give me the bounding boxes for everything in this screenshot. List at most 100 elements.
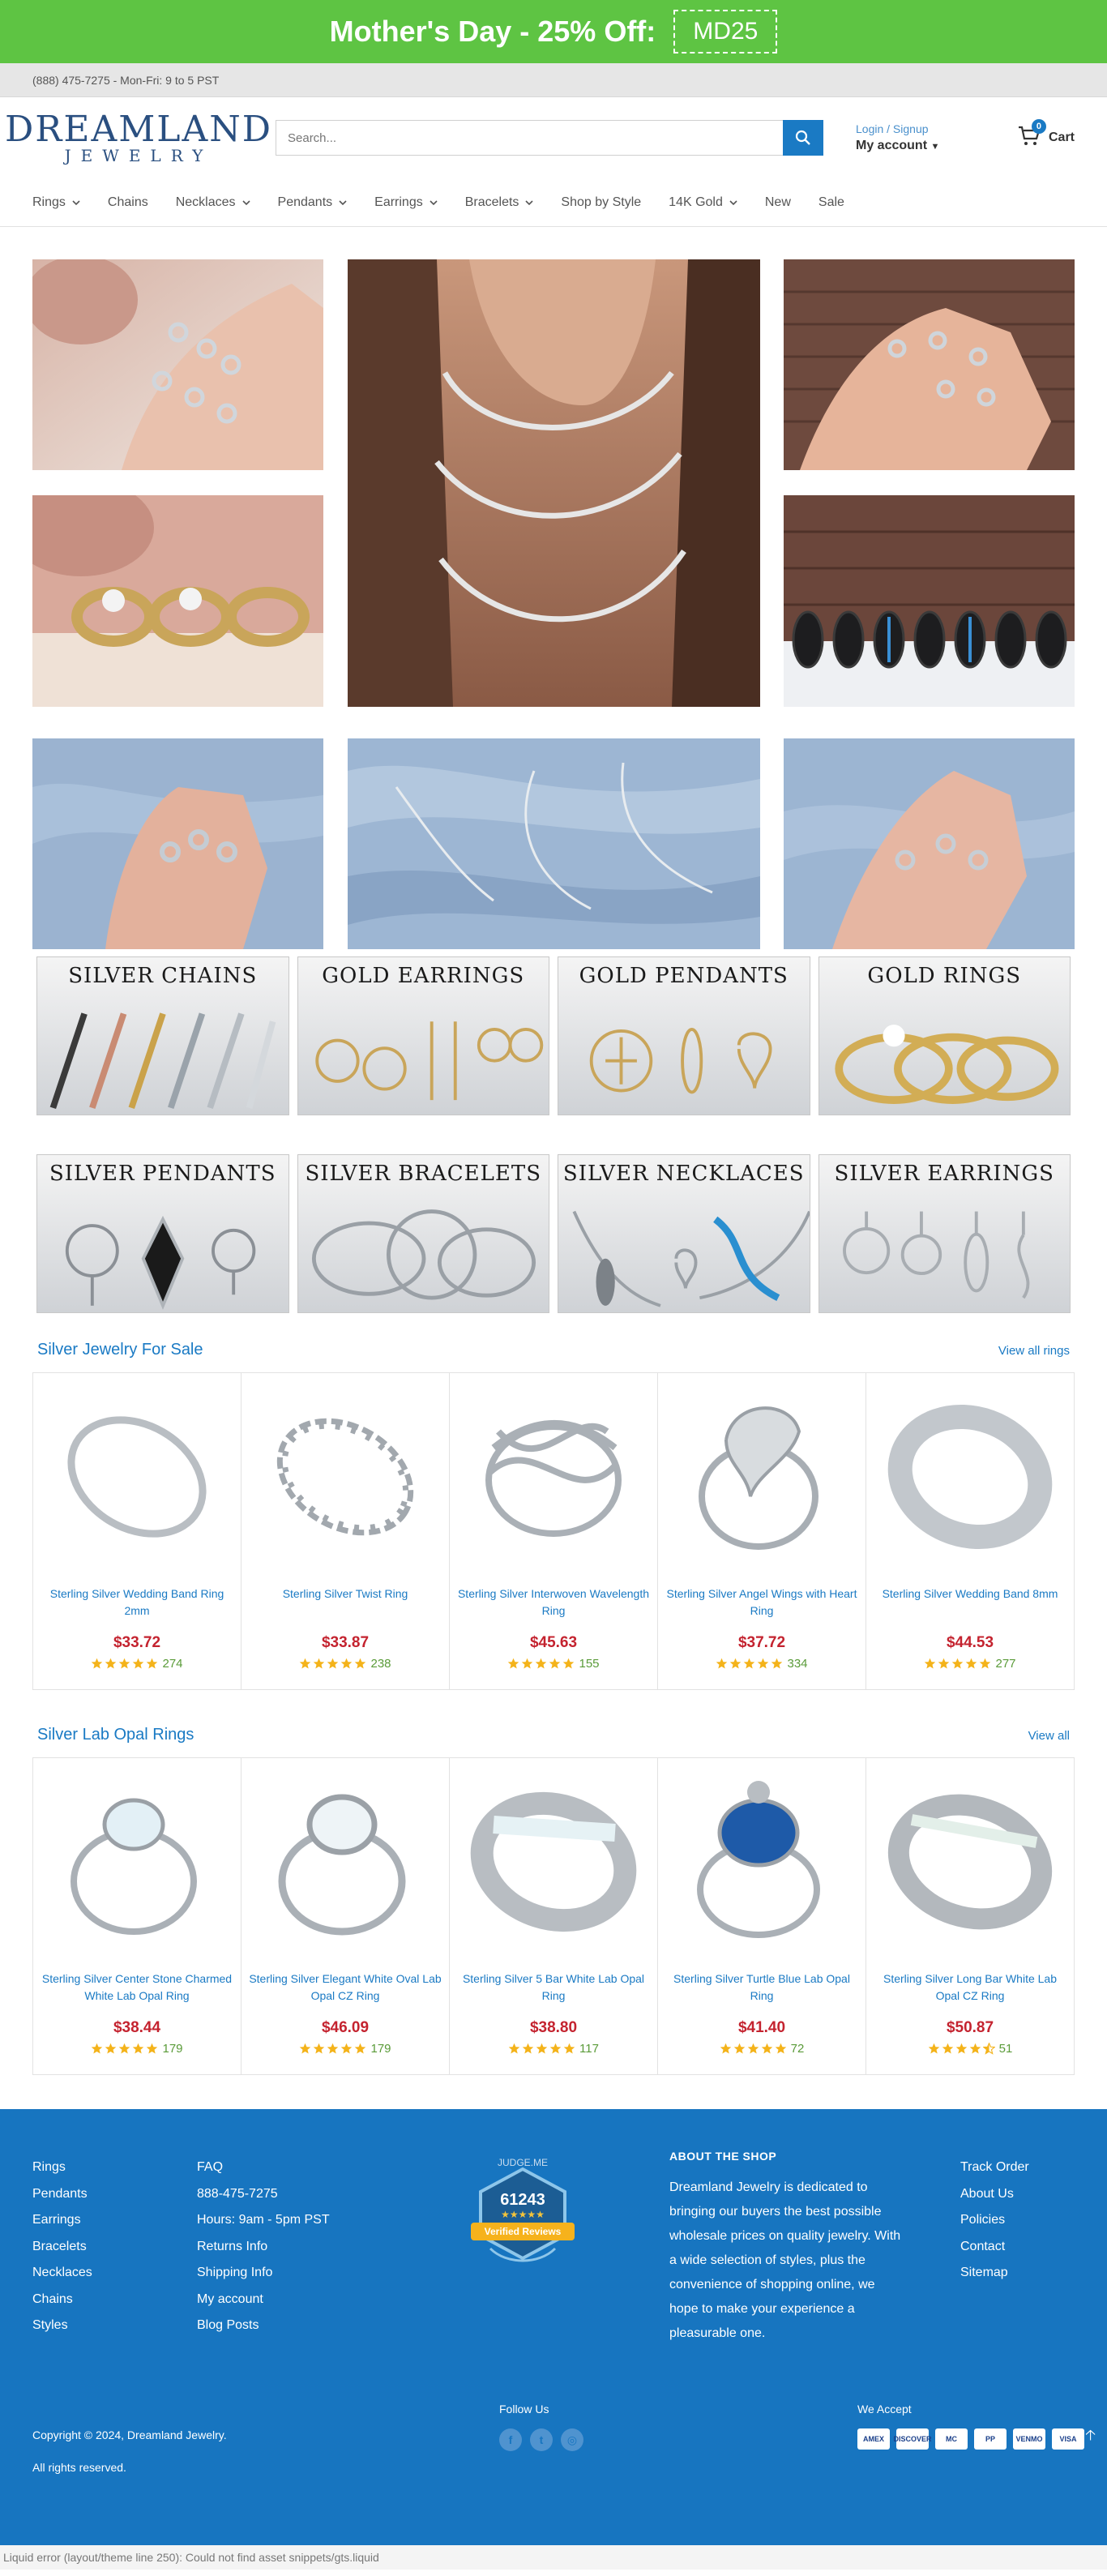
product-image[interactable] xyxy=(253,1383,438,1571)
product-image[interactable] xyxy=(461,1768,646,1956)
search-button[interactable] xyxy=(783,120,823,156)
product-card[interactable]: Sterling Silver Twist Ring $33.87 238 xyxy=(241,1373,450,1689)
hero-tile-rings-pink[interactable] xyxy=(32,259,323,470)
hero-tile-hand-blue-2[interactable] xyxy=(784,738,1075,949)
product-name[interactable]: Sterling Silver 5 Bar White Lab Opal Rin… xyxy=(456,1971,651,2006)
footer-link-chains[interactable]: Chains xyxy=(32,2287,92,2313)
category-word-2: EARRINGS xyxy=(397,964,525,988)
product-card[interactable]: Sterling Silver Elegant White Oval Lab O… xyxy=(241,1758,450,2074)
category-banner-silver-necklaces[interactable]: SILVER NECKLACES xyxy=(558,1154,810,1313)
product-image[interactable] xyxy=(669,1383,854,1571)
footer-link-bracelets[interactable]: Bracelets xyxy=(32,2234,92,2261)
promo-banner[interactable]: Mother's Day - 25% Off: MD25 xyxy=(0,0,1107,63)
view-all-link[interactable]: View all xyxy=(1028,1729,1070,1743)
product-card[interactable]: Sterling Silver Interwoven Wavelength Ri… xyxy=(450,1373,658,1689)
footer-link-earrings[interactable]: Earrings xyxy=(32,2207,92,2234)
nav-item-bracelets[interactable]: Bracelets xyxy=(465,195,534,210)
footer-link-necklaces[interactable]: Necklaces xyxy=(32,2260,92,2287)
nav-item-necklaces[interactable]: Necklaces xyxy=(176,195,250,210)
judgeme-reviews-badge[interactable]: JUDGE.ME 61243 ★★★★★ Verified Reviews xyxy=(466,2151,579,2273)
product-price: $44.53 xyxy=(946,1634,994,1651)
product-card[interactable]: Sterling Silver Long Bar White Lab Opal … xyxy=(866,1758,1074,2074)
section-header: Silver Jewelry For Sale View all rings xyxy=(32,1341,1075,1359)
footer-link-pendants[interactable]: Pendants xyxy=(32,2181,92,2208)
footer-link-rings[interactable]: Rings xyxy=(32,2155,92,2181)
product-card[interactable]: Sterling Silver Angel Wings with Heart R… xyxy=(658,1373,866,1689)
nav-item-shop-by-style[interactable]: Shop by Style xyxy=(561,195,641,210)
category-banner-gold-pendants[interactable]: GOLD PENDANTS xyxy=(558,956,810,1115)
about-the-shop: ABOUT THE SHOP Dreamland Jewelry is dedi… xyxy=(669,2150,904,2346)
product-card[interactable]: Sterling Silver 5 Bar White Lab Opal Rin… xyxy=(450,1758,658,2074)
product-name[interactable]: Sterling Silver Angel Wings with Heart R… xyxy=(665,1585,859,1621)
product-name[interactable]: Sterling Silver Twist Ring xyxy=(283,1585,408,1621)
category-banner-gold-rings[interactable]: GOLD RINGS xyxy=(818,956,1071,1115)
footer-link-styles[interactable]: Styles xyxy=(32,2313,92,2339)
twitter-icon[interactable]: t xyxy=(530,2428,553,2451)
product-card[interactable]: Sterling Silver Turtle Blue Lab Opal Rin… xyxy=(658,1758,866,2074)
nav-item-new[interactable]: New xyxy=(765,195,791,210)
hero-tile-necklaces[interactable] xyxy=(348,259,760,707)
footer-link-track-order[interactable]: Track Order xyxy=(960,2155,1029,2181)
footer-link-shipping-info[interactable]: Shipping Info xyxy=(197,2260,330,2287)
footer-link-returns-info[interactable]: Returns Info xyxy=(197,2234,330,2261)
hero-tile-hand-blue-1[interactable] xyxy=(32,738,323,949)
product-image[interactable] xyxy=(669,1768,854,1956)
search-input[interactable] xyxy=(276,120,783,156)
hero-tile-silver-necklaces[interactable] xyxy=(348,738,760,949)
facebook-icon[interactable]: f xyxy=(499,2428,522,2451)
product-price: $45.63 xyxy=(529,1634,578,1651)
footer-link-sitemap[interactable]: Sitemap xyxy=(960,2260,1029,2287)
category-banner-silver-chains[interactable]: SILVER CHAINS xyxy=(36,956,289,1115)
product-name[interactable]: Sterling Silver Turtle Blue Lab Opal Rin… xyxy=(665,1971,859,2006)
nav-item-14k-gold[interactable]: 14K Gold xyxy=(669,195,737,210)
product-image[interactable] xyxy=(461,1383,646,1571)
category-banner-silver-bracelets[interactable]: SILVER BRACELETS xyxy=(297,1154,549,1313)
site-logo[interactable]: DREAMLAND JEWELRY xyxy=(5,112,271,165)
footer-link-hours-9am-5pm-pst[interactable]: Hours: 9am - 5pm PST xyxy=(197,2207,330,2234)
category-banner-gold-earrings[interactable]: GOLD EARRINGS xyxy=(297,956,549,1115)
nav-item-chains[interactable]: Chains xyxy=(108,195,148,210)
hero-tile-black-bands[interactable] xyxy=(784,495,1075,707)
footer-link-about-us[interactable]: About Us xyxy=(960,2181,1029,2208)
my-account-dropdown[interactable]: My account ▼ xyxy=(856,139,939,153)
instagram-icon[interactable]: ◎ xyxy=(561,2428,583,2451)
category-word-1: GOLD xyxy=(867,964,936,988)
back-to-top-icon[interactable]: 🡡 xyxy=(1085,2425,1096,2450)
footer-link-faq[interactable]: FAQ xyxy=(197,2155,330,2181)
product-card[interactable]: Sterling Silver Center Stone Charmed Whi… xyxy=(33,1758,241,2074)
footer-link-blog-posts[interactable]: Blog Posts xyxy=(197,2313,330,2339)
nav-item-sale[interactable]: Sale xyxy=(818,195,844,210)
product-card[interactable]: Sterling Silver Wedding Band Ring 2mm $33… xyxy=(33,1373,241,1689)
product-name[interactable]: Sterling Silver Long Bar White Lab Opal … xyxy=(873,1971,1067,2006)
section-title[interactable]: Silver Jewelry For Sale xyxy=(37,1341,203,1359)
footer-link-policies[interactable]: Policies xyxy=(960,2207,1029,2234)
product-name[interactable]: Sterling Silver Wedding Band 8mm xyxy=(883,1585,1058,1621)
product-name[interactable]: Sterling Silver Wedding Band Ring 2mm xyxy=(40,1585,234,1621)
category-banner-title: SILVER CHAINS xyxy=(37,964,289,988)
nav-item-rings[interactable]: Rings xyxy=(32,195,80,210)
login-signup-link[interactable]: Login / Signup xyxy=(856,122,939,135)
product-image[interactable] xyxy=(878,1383,1062,1571)
view-all-link[interactable]: View all rings xyxy=(998,1344,1070,1358)
product-image[interactable] xyxy=(878,1768,1062,1956)
chevron-down-icon xyxy=(241,195,250,210)
review-count: 51 xyxy=(998,2042,1013,2056)
footer-link-my-account[interactable]: My account xyxy=(197,2287,330,2313)
product-image[interactable] xyxy=(253,1768,438,1956)
nav-item-earrings[interactable]: Earrings xyxy=(374,195,438,210)
hero-tile-rings-brick[interactable] xyxy=(784,259,1075,470)
footer-link-contact[interactable]: Contact xyxy=(960,2234,1029,2261)
product-name[interactable]: Sterling Silver Interwoven Wavelength Ri… xyxy=(456,1585,651,1621)
product-name[interactable]: Sterling Silver Elegant White Oval Lab O… xyxy=(248,1971,442,2006)
product-image[interactable] xyxy=(45,1768,229,1956)
product-name[interactable]: Sterling Silver Center Stone Charmed Whi… xyxy=(40,1971,234,2006)
nav-item-pendants[interactable]: Pendants xyxy=(278,195,348,210)
footer-link-888-475-7275[interactable]: 888-475-7275 xyxy=(197,2181,330,2208)
section-title[interactable]: Silver Lab Opal Rings xyxy=(37,1726,194,1744)
category-banner-silver-pendants[interactable]: SILVER PENDANTS xyxy=(36,1154,289,1313)
category-banner-silver-earrings[interactable]: SILVER EARRINGS xyxy=(818,1154,1071,1313)
cart-link[interactable]: 0 Cart xyxy=(1018,118,1075,151)
hero-tile-gold-rings[interactable] xyxy=(32,495,323,707)
product-image[interactable] xyxy=(45,1383,229,1571)
product-card[interactable]: Sterling Silver Wedding Band 8mm $44.53 27… xyxy=(866,1373,1074,1689)
